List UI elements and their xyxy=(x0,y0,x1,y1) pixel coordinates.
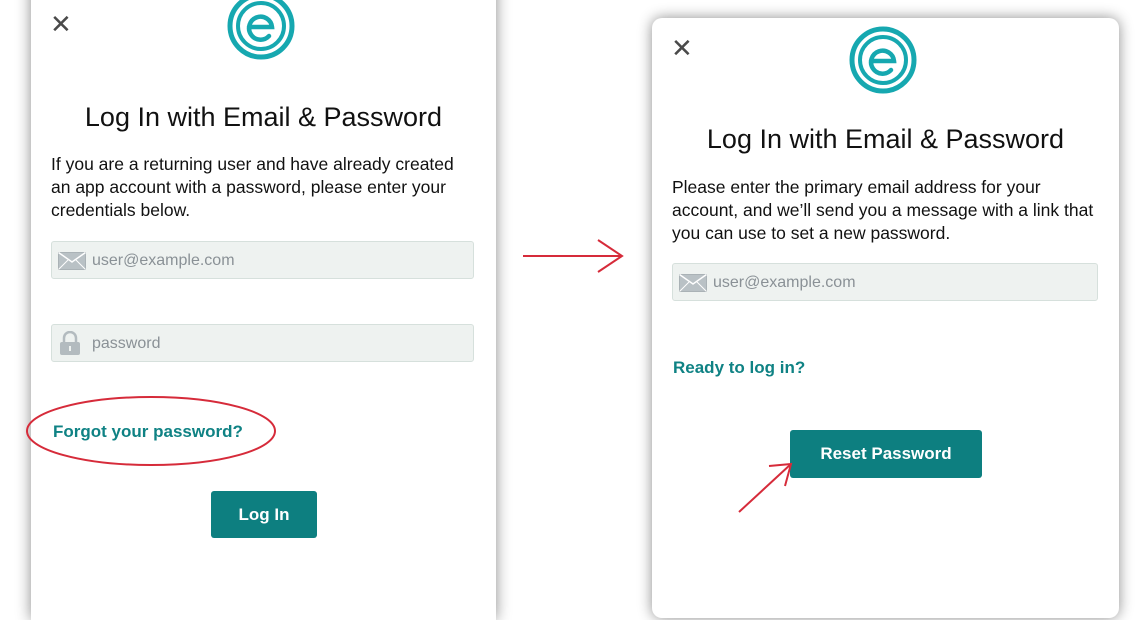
envelope-icon xyxy=(58,252,86,270)
envelope-icon xyxy=(679,274,707,292)
email-placeholder: user@example.com xyxy=(92,252,235,269)
login-button[interactable]: Log In xyxy=(211,491,317,538)
password-field[interactable]: password xyxy=(51,324,474,362)
instructions-text: Please enter the primary email address f… xyxy=(672,177,1094,243)
e-logo-icon xyxy=(227,0,295,60)
close-icon[interactable]: ✕ xyxy=(671,36,693,62)
lock-icon xyxy=(60,331,80,355)
forgot-password-link[interactable]: Forgot your password? xyxy=(53,422,243,442)
page-title: Log In with Email & Password xyxy=(84,102,443,132)
email-field[interactable]: user@example.com xyxy=(672,263,1098,301)
email-field[interactable]: user@example.com xyxy=(51,241,474,279)
reset-password-screen: ✕ Log In with Email & Password Please en… xyxy=(652,18,1119,618)
arrow-right-icon xyxy=(523,239,624,273)
ready-to-log-in-link[interactable]: Ready to log in? xyxy=(673,358,805,378)
close-icon[interactable]: ✕ xyxy=(50,12,72,38)
password-placeholder: password xyxy=(92,335,161,352)
page-title: Log In with Email & Password xyxy=(706,124,1065,154)
instructions-text: If you are a returning user and have alr… xyxy=(51,154,454,220)
login-screen: ✕ Log In with Email & Password If you ar… xyxy=(31,0,496,620)
reset-password-button[interactable]: Reset Password xyxy=(790,430,982,478)
email-placeholder: user@example.com xyxy=(713,274,856,291)
e-logo-icon xyxy=(849,26,917,94)
